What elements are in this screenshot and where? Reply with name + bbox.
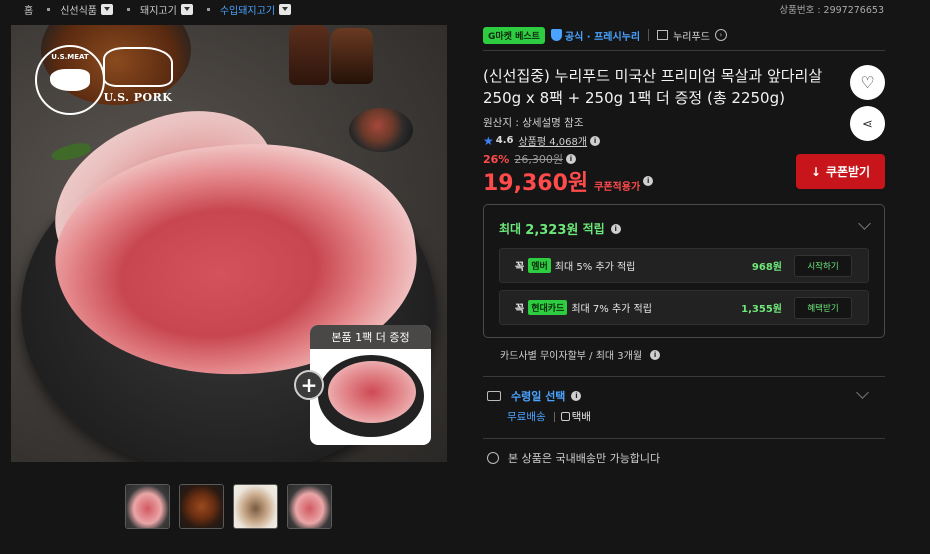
get-benefit-button[interactable]: 혜택받기 [794,296,852,319]
info-icon[interactable]: i [571,391,582,401]
review-link[interactable]: 상품평 4,068개 [518,133,587,148]
chevron-down-icon[interactable] [279,3,292,15]
share-icon: ⋖ [862,115,873,131]
reward-box: 최대 2,323원 적립 i 꼭 멤버 최대 5% 추가 적립 968원 시작하… [483,204,885,338]
info-icon[interactable]: i [643,176,654,186]
info-icon[interactable]: i [650,349,661,360]
hyundai-card-tag: 현대카드 [528,300,568,315]
product-info-panel: G마켓 베스트 공식 · 프레시누리 누리푸드 › (신선집중) 누리푸드 미국산… [483,25,885,465]
delivery-date-selector[interactable]: 수령일 선택 i [487,386,869,404]
bonus-label: 본품 1팩 더 증정 [310,325,431,349]
divider [553,411,555,422]
installment-info: 카드사별 무이자할부 / 최대 3개월 i [500,347,661,362]
thumbnail-3[interactable] [233,484,278,529]
star-icon: ★ [483,133,494,148]
breadcrumb: 홈 신선식품 돼지고기 수입돼지고기 [24,2,299,17]
heart-icon: ♡ [860,74,875,92]
courier-label: 택배 [571,411,591,423]
home-icon [657,30,669,40]
breadcrumb-item-pork[interactable]: 돼지고기 [140,2,193,17]
bonus-pack-overlay: 본품 1팩 더 증정 [310,325,431,445]
box-icon [560,412,570,421]
price-row: 19,360원 쿠폰적용가 i [483,165,654,197]
reward-row-hyundai-card: 꼭 현대카드 최대 7% 추가 적립 1,355원 혜택받기 [499,290,869,325]
pepper-grinder-image [289,25,329,85]
thumbnail-2[interactable] [179,484,224,529]
info-icon[interactable]: i [565,154,576,164]
coupon-price-note: 쿠폰적용가 [594,182,641,193]
shipping-options: 무료배송 택배 [507,409,591,424]
chevron-down-icon[interactable] [101,3,114,15]
discount-rate: 26% [483,152,510,166]
product-title: (신선집중) 누리푸드 미국산 프리미엄 목살과 앞다리살 250g x 8팩 … [483,67,823,107]
info-icon[interactable]: i [610,223,621,234]
sale-price: 19,360원 [483,171,589,196]
rating-value: 4.6 [495,135,514,146]
salt-grinder-image [331,28,373,84]
divider [648,29,650,41]
free-shipping-label: 무료배송 [507,411,546,423]
spice-bowl-image [349,108,413,152]
origin-text: 원산지 : 상세설명 참조 [483,117,584,129]
divider [483,438,885,439]
thumbnail-4[interactable] [287,484,332,529]
breadcrumb-separator [47,7,51,11]
breadcrumb-item-imported-pork[interactable]: 수입돼지고기 [220,2,292,17]
breadcrumb-separator [206,7,210,11]
us-pork-logo: U.S. PORK [103,47,173,104]
reward-row-membership: 꼭 멤버 최대 5% 추가 적립 968원 시작하기 [499,248,869,283]
domestic-shipping-notice: 본 상품은 국내배송만 가능합니다 [487,450,660,466]
info-icon[interactable]: i [590,135,601,146]
reward-amount: 1,355원 [741,304,782,315]
rating-row: ★ 4.6 상품평 4,068개 i [483,133,601,148]
wishlist-button[interactable]: ♡ [850,65,885,100]
divider [483,376,885,377]
reward-amount: 968원 [751,262,782,273]
membership-tag: 멤버 [528,258,551,273]
badge-row: G마켓 베스트 공식 · 프레시누리 누리푸드 › [483,25,885,45]
breadcrumb-item-fresh[interactable]: 신선식품 [60,2,114,17]
plus-icon: + [294,370,324,400]
truck-icon [487,391,501,401]
store-link[interactable]: 누리푸드 › [657,28,727,43]
official-store-link[interactable]: 공식 · 프레시누리 [550,28,640,43]
divider [483,50,885,51]
gmarket-best-badge: G마켓 베스트 [483,26,545,44]
chevron-down-icon[interactable] [856,386,869,399]
coupon-button[interactable]: ↓ 쿠폰받기 [796,154,885,189]
breadcrumb-separator [127,7,131,11]
thumbnail-list [125,484,332,529]
shield-icon [550,29,562,41]
product-main-image[interactable]: U.S.MEAT U.S. PORK 본품 1팩 더 증정 + [11,25,447,462]
globe-icon [487,452,499,464]
share-button[interactable]: ⋖ [850,106,885,141]
thumbnail-1[interactable] [125,484,170,529]
chevron-down-icon[interactable] [180,3,193,15]
reward-header[interactable]: 최대 2,323원 적립 i [499,219,621,238]
start-button[interactable]: 시작하기 [794,254,852,277]
us-meat-logo: U.S.MEAT [35,45,105,115]
download-icon: ↓ [810,164,821,179]
bonus-meat-image [328,361,416,423]
breadcrumb-home[interactable]: 홈 [24,2,33,17]
chevron-down-icon[interactable] [858,217,871,230]
product-number: 상품번호 : 2997276653 [779,5,884,16]
chevron-right-icon: › [714,29,727,41]
